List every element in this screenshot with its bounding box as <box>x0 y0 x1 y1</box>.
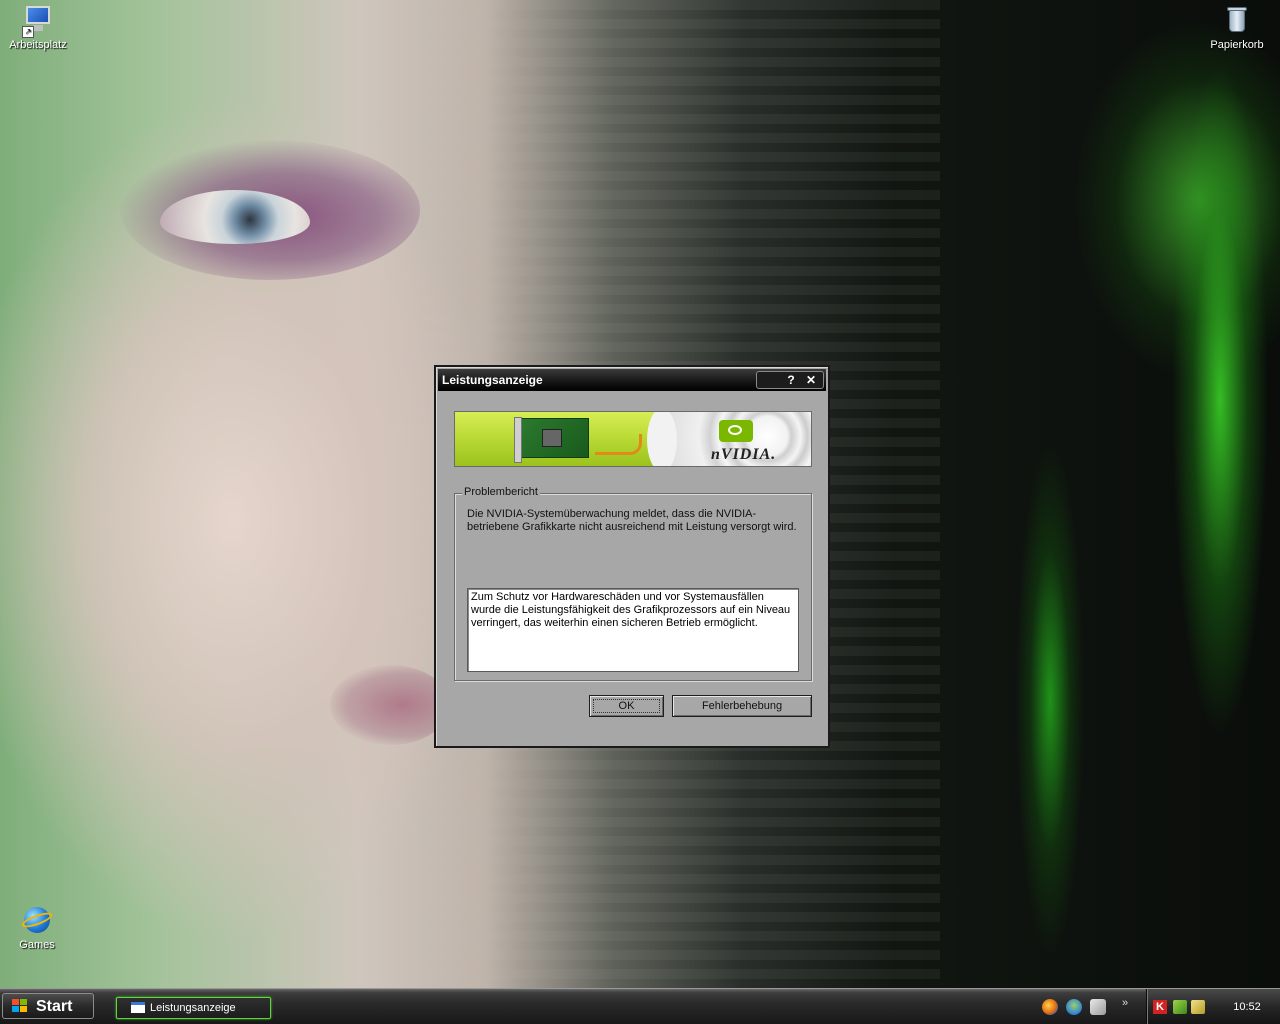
messenger-icon[interactable] <box>1066 999 1082 1015</box>
desktop-icon-games[interactable]: Games <box>0 904 75 951</box>
wallpaper-lips <box>330 665 450 745</box>
games-globe-icon <box>20 904 54 936</box>
desktop-icon-label: Games <box>19 939 55 951</box>
recycle-bin-icon <box>1221 4 1253 36</box>
graphics-card-icon <box>514 417 589 463</box>
firefox-icon[interactable] <box>1042 999 1058 1015</box>
desktop-icon-label: Arbeitsplatz <box>9 39 67 51</box>
start-label: Start <box>36 998 73 1015</box>
problem-report-group: Problembericht Die NVIDIA-Systemüberwach… <box>454 486 812 681</box>
desktop-icon-my-computer[interactable]: ↗ Arbeitsplatz <box>0 4 76 51</box>
kaspersky-icon[interactable]: K <box>1153 1000 1167 1014</box>
nvidia-wordmark: nVIDIA. <box>711 446 777 463</box>
desktop-icon-recycle-bin[interactable]: Papierkorb <box>1199 4 1275 51</box>
close-button[interactable]: ✕ <box>801 372 821 388</box>
troubleshoot-button[interactable]: Fehlerbehebung <box>672 695 812 717</box>
wallpaper-green-swoosh <box>900 0 1280 988</box>
nvidia-eye-icon <box>719 420 753 442</box>
desktop-icon-label: Papierkorb <box>1210 39 1264 51</box>
expand-chevron-icon[interactable]: » <box>1118 997 1132 1013</box>
taskbar: Start Leistungsanzeige » K 10:52 <box>0 988 1280 1024</box>
volume-icon[interactable] <box>1191 1000 1205 1014</box>
network-icon[interactable] <box>1090 999 1106 1015</box>
taskbar-item-label: Leistungsanzeige <box>150 1002 236 1014</box>
dialog-title: Leistungsanzeige <box>442 373 543 387</box>
window-app-icon <box>131 1002 145 1013</box>
title-bar-buttons: ? ✕ <box>756 371 824 389</box>
power-cable-icon <box>595 434 642 455</box>
taskbar-item-leistungsanzeige[interactable]: Leistungsanzeige <box>116 997 271 1019</box>
clock[interactable]: 10:52 <box>1219 1001 1275 1013</box>
details-textbox[interactable]: Zum Schutz vor Hardwareschäden und vor S… <box>467 588 799 672</box>
start-button[interactable]: Start <box>2 993 94 1019</box>
computer-icon: ↗ <box>22 4 54 38</box>
performance-dialog: Leistungsanzeige ? ✕ nVIDIA. Problemberi… <box>434 365 830 748</box>
ok-button[interactable]: OK <box>589 695 664 717</box>
group-label: Problembericht <box>462 486 540 498</box>
help-button[interactable]: ? <box>781 372 801 388</box>
system-tray: K 10:52 <box>1146 989 1280 1024</box>
nvidia-banner: nVIDIA. <box>454 411 812 467</box>
quick-launch-area: » <box>1034 993 1140 1021</box>
windows-flag-icon <box>12 999 28 1013</box>
problem-message: Die NVIDIA-Systemüberwachung meldet, das… <box>467 508 797 533</box>
nvidia-tray-icon[interactable] <box>1173 1000 1187 1014</box>
dialog-title-bar[interactable]: Leistungsanzeige ? ✕ <box>438 369 826 391</box>
